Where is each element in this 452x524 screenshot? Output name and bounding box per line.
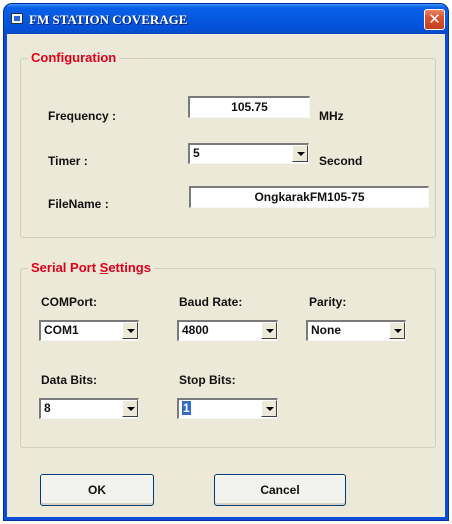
baud-rate-label: Baud Rate:: [179, 295, 243, 309]
close-icon: ✕: [428, 10, 441, 28]
chevron-down-icon[interactable]: [261, 400, 277, 417]
cancel-button[interactable]: Cancel: [214, 474, 346, 506]
filename-input[interactable]: OngkarakFM105-75: [189, 186, 429, 208]
parity-label: Parity:: [309, 295, 347, 309]
data-bits-value: 8: [44, 401, 51, 415]
stop-bits-value: 1: [182, 401, 191, 415]
window-title: FM STATION COVERAGE: [29, 12, 188, 27]
timer-label: Timer :: [48, 154, 88, 168]
dialog-window: FM STATION COVERAGE ✕ Configuration Freq…: [4, 4, 448, 520]
timer-unit: Second: [319, 154, 363, 168]
comport-select[interactable]: COM1: [39, 320, 139, 341]
comport-label: COMPort:: [41, 295, 97, 309]
baud-rate-value: 4800: [182, 323, 209, 337]
chevron-down-icon[interactable]: [122, 400, 138, 417]
configuration-group: Configuration Frequency : 105.75 MHz Tim…: [20, 50, 436, 238]
chevron-down-icon[interactable]: [389, 322, 405, 339]
stop-bits-label: Stop Bits:: [179, 373, 236, 387]
configuration-legend: Configuration: [28, 50, 120, 65]
timer-select[interactable]: 5: [188, 143, 309, 164]
frequency-unit: MHz: [319, 109, 344, 123]
parity-select[interactable]: None: [306, 320, 406, 341]
data-bits-select[interactable]: 8: [39, 398, 139, 419]
ok-button[interactable]: OK: [40, 474, 154, 506]
frequency-label: Frequency :: [48, 109, 117, 123]
chevron-down-icon[interactable]: [292, 145, 308, 162]
stop-bits-select[interactable]: 1: [177, 398, 278, 419]
filename-label: FileName :: [48, 197, 109, 211]
serial-port-legend: Serial Port Settings: [28, 260, 154, 275]
chevron-down-icon[interactable]: [261, 322, 277, 339]
serial-port-group: Serial Port Settings COMPort: COM1 Baud …: [20, 260, 436, 448]
baud-rate-select[interactable]: 4800: [177, 320, 278, 341]
chevron-down-icon[interactable]: [122, 322, 138, 339]
title-bar[interactable]: FM STATION COVERAGE ✕: [4, 4, 448, 34]
app-window-icon: [11, 13, 23, 24]
frequency-input[interactable]: 105.75: [188, 96, 310, 118]
data-bits-label: Data Bits:: [41, 373, 98, 387]
timer-value: 5: [193, 146, 200, 160]
close-button[interactable]: ✕: [424, 9, 445, 30]
comport-value: COM1: [44, 323, 79, 337]
parity-value: None: [311, 323, 341, 337]
